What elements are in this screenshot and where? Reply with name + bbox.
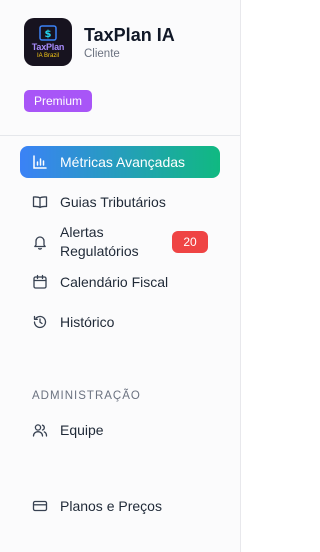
bell-icon — [34, 236, 46, 250]
users-icon — [32, 424, 48, 437]
calendar-icon — [33, 274, 47, 289]
nav-item-equipe[interactable]: Equipe — [20, 414, 220, 446]
logo-tagline: IA Brazil — [36, 53, 59, 59]
book-open-icon — [32, 196, 48, 209]
section-title-admin: ADMINISTRAÇÃO — [32, 390, 141, 402]
nav-item-alertas[interactable]: Alertas Regulatórios 20 — [20, 222, 220, 262]
logo-wordmark: TaxPlan — [31, 42, 65, 52]
nav-item-historico[interactable]: Histórico — [20, 306, 220, 338]
nav-item-guias[interactable]: Guias Tributários — [20, 186, 220, 218]
nav-item-planos[interactable]: Planos e Preços — [20, 490, 220, 522]
brand-header[interactable]: $ TaxPlan IA Brazil TaxPlan IA Cliente — [24, 18, 175, 66]
bar-chart-icon — [33, 155, 47, 169]
divider — [0, 135, 240, 136]
nav-item-metricas[interactable]: Métricas Avançadas — [20, 146, 220, 178]
nav-item-calendario[interactable]: Calendário Fiscal — [20, 266, 220, 298]
nav-label: Planos e Preços — [60, 498, 162, 514]
user-role: Cliente — [84, 47, 120, 60]
nav-label: Alertas Regulatórios — [60, 224, 139, 259]
svg-text:$: $ — [45, 29, 52, 40]
premium-badge: Premium — [24, 90, 93, 112]
sidebar: $ TaxPlan IA Brazil TaxPlan IA Cliente P… — [0, 0, 241, 552]
app-logo: $ TaxPlan IA Brazil — [24, 18, 72, 66]
history-icon — [33, 315, 47, 329]
nav-label: Histórico — [60, 314, 115, 330]
nav-label: Equipe — [60, 422, 104, 438]
nav-label: Calendário Fiscal — [60, 274, 169, 290]
nav-label: Métricas Avançadas — [60, 154, 186, 170]
alerts-count-badge: 20 — [172, 231, 208, 253]
nav-label: Guias Tributários — [60, 194, 166, 210]
credit-card-icon — [32, 500, 48, 512]
app-name: TaxPlan IA — [84, 24, 175, 45]
